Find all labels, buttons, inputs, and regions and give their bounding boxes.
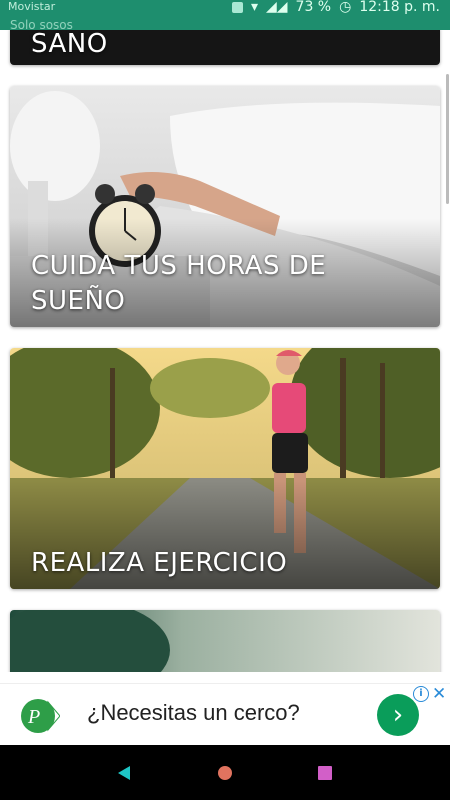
alarm-icon: ◷: [339, 0, 352, 15]
recents-square-icon[interactable]: [315, 763, 335, 783]
home-circle-icon[interactable]: [215, 763, 235, 783]
battery-level: 73 %: [295, 0, 332, 15]
carrier-label: Movistar: [8, 0, 56, 13]
notification-icon: [231, 1, 243, 13]
card-horas-de-sueno[interactable]: CUIDA TUS HORAS DE SUEÑO: [10, 86, 440, 327]
chevron-right-icon[interactable]: ›: [377, 694, 419, 736]
card-list[interactable]: MENTE SANA, CUERPO SANO: [0, 30, 450, 672]
info-icon[interactable]: i: [413, 686, 429, 702]
wifi-icon: ▾: [250, 0, 258, 15]
clock: 12:18 p. m.: [359, 0, 440, 15]
scrollbar[interactable]: [446, 74, 449, 204]
svg-text:P: P: [27, 706, 40, 728]
card-caption: CUIDA TUS HORAS DE SUEÑO: [31, 251, 327, 316]
ad-logo-icon: P: [21, 699, 60, 733]
card-caption: REALIZA EJERCICIO: [31, 548, 288, 578]
card-next[interactable]: [10, 610, 440, 672]
status-right-cluster: ▾ ◢◢ 73 % ◷ 12:18 p. m.: [231, 0, 440, 15]
status-bar: Movistar Solo sosos ▾ ◢◢ 73 % ◷ 12:18 p.…: [0, 0, 450, 32]
next-card-photo: [10, 610, 440, 672]
back-triangle-icon[interactable]: [114, 763, 134, 783]
close-icon[interactable]: ✕: [432, 684, 446, 704]
ad-banner[interactable]: P ¿Necesitas un cerco? › i ✕: [0, 683, 450, 746]
card-realiza-ejercicio[interactable]: REALIZA EJERCICIO: [10, 348, 440, 589]
signal-icon: ◢◢: [265, 0, 288, 15]
ad-headline[interactable]: ¿Necesitas un cerco?: [87, 700, 300, 726]
card-caption: MENTE SANA, CUERPO SANO: [31, 30, 108, 59]
card-mente-sana[interactable]: MENTE SANA, CUERPO SANO: [10, 30, 440, 65]
navigation-bar: [0, 745, 450, 800]
